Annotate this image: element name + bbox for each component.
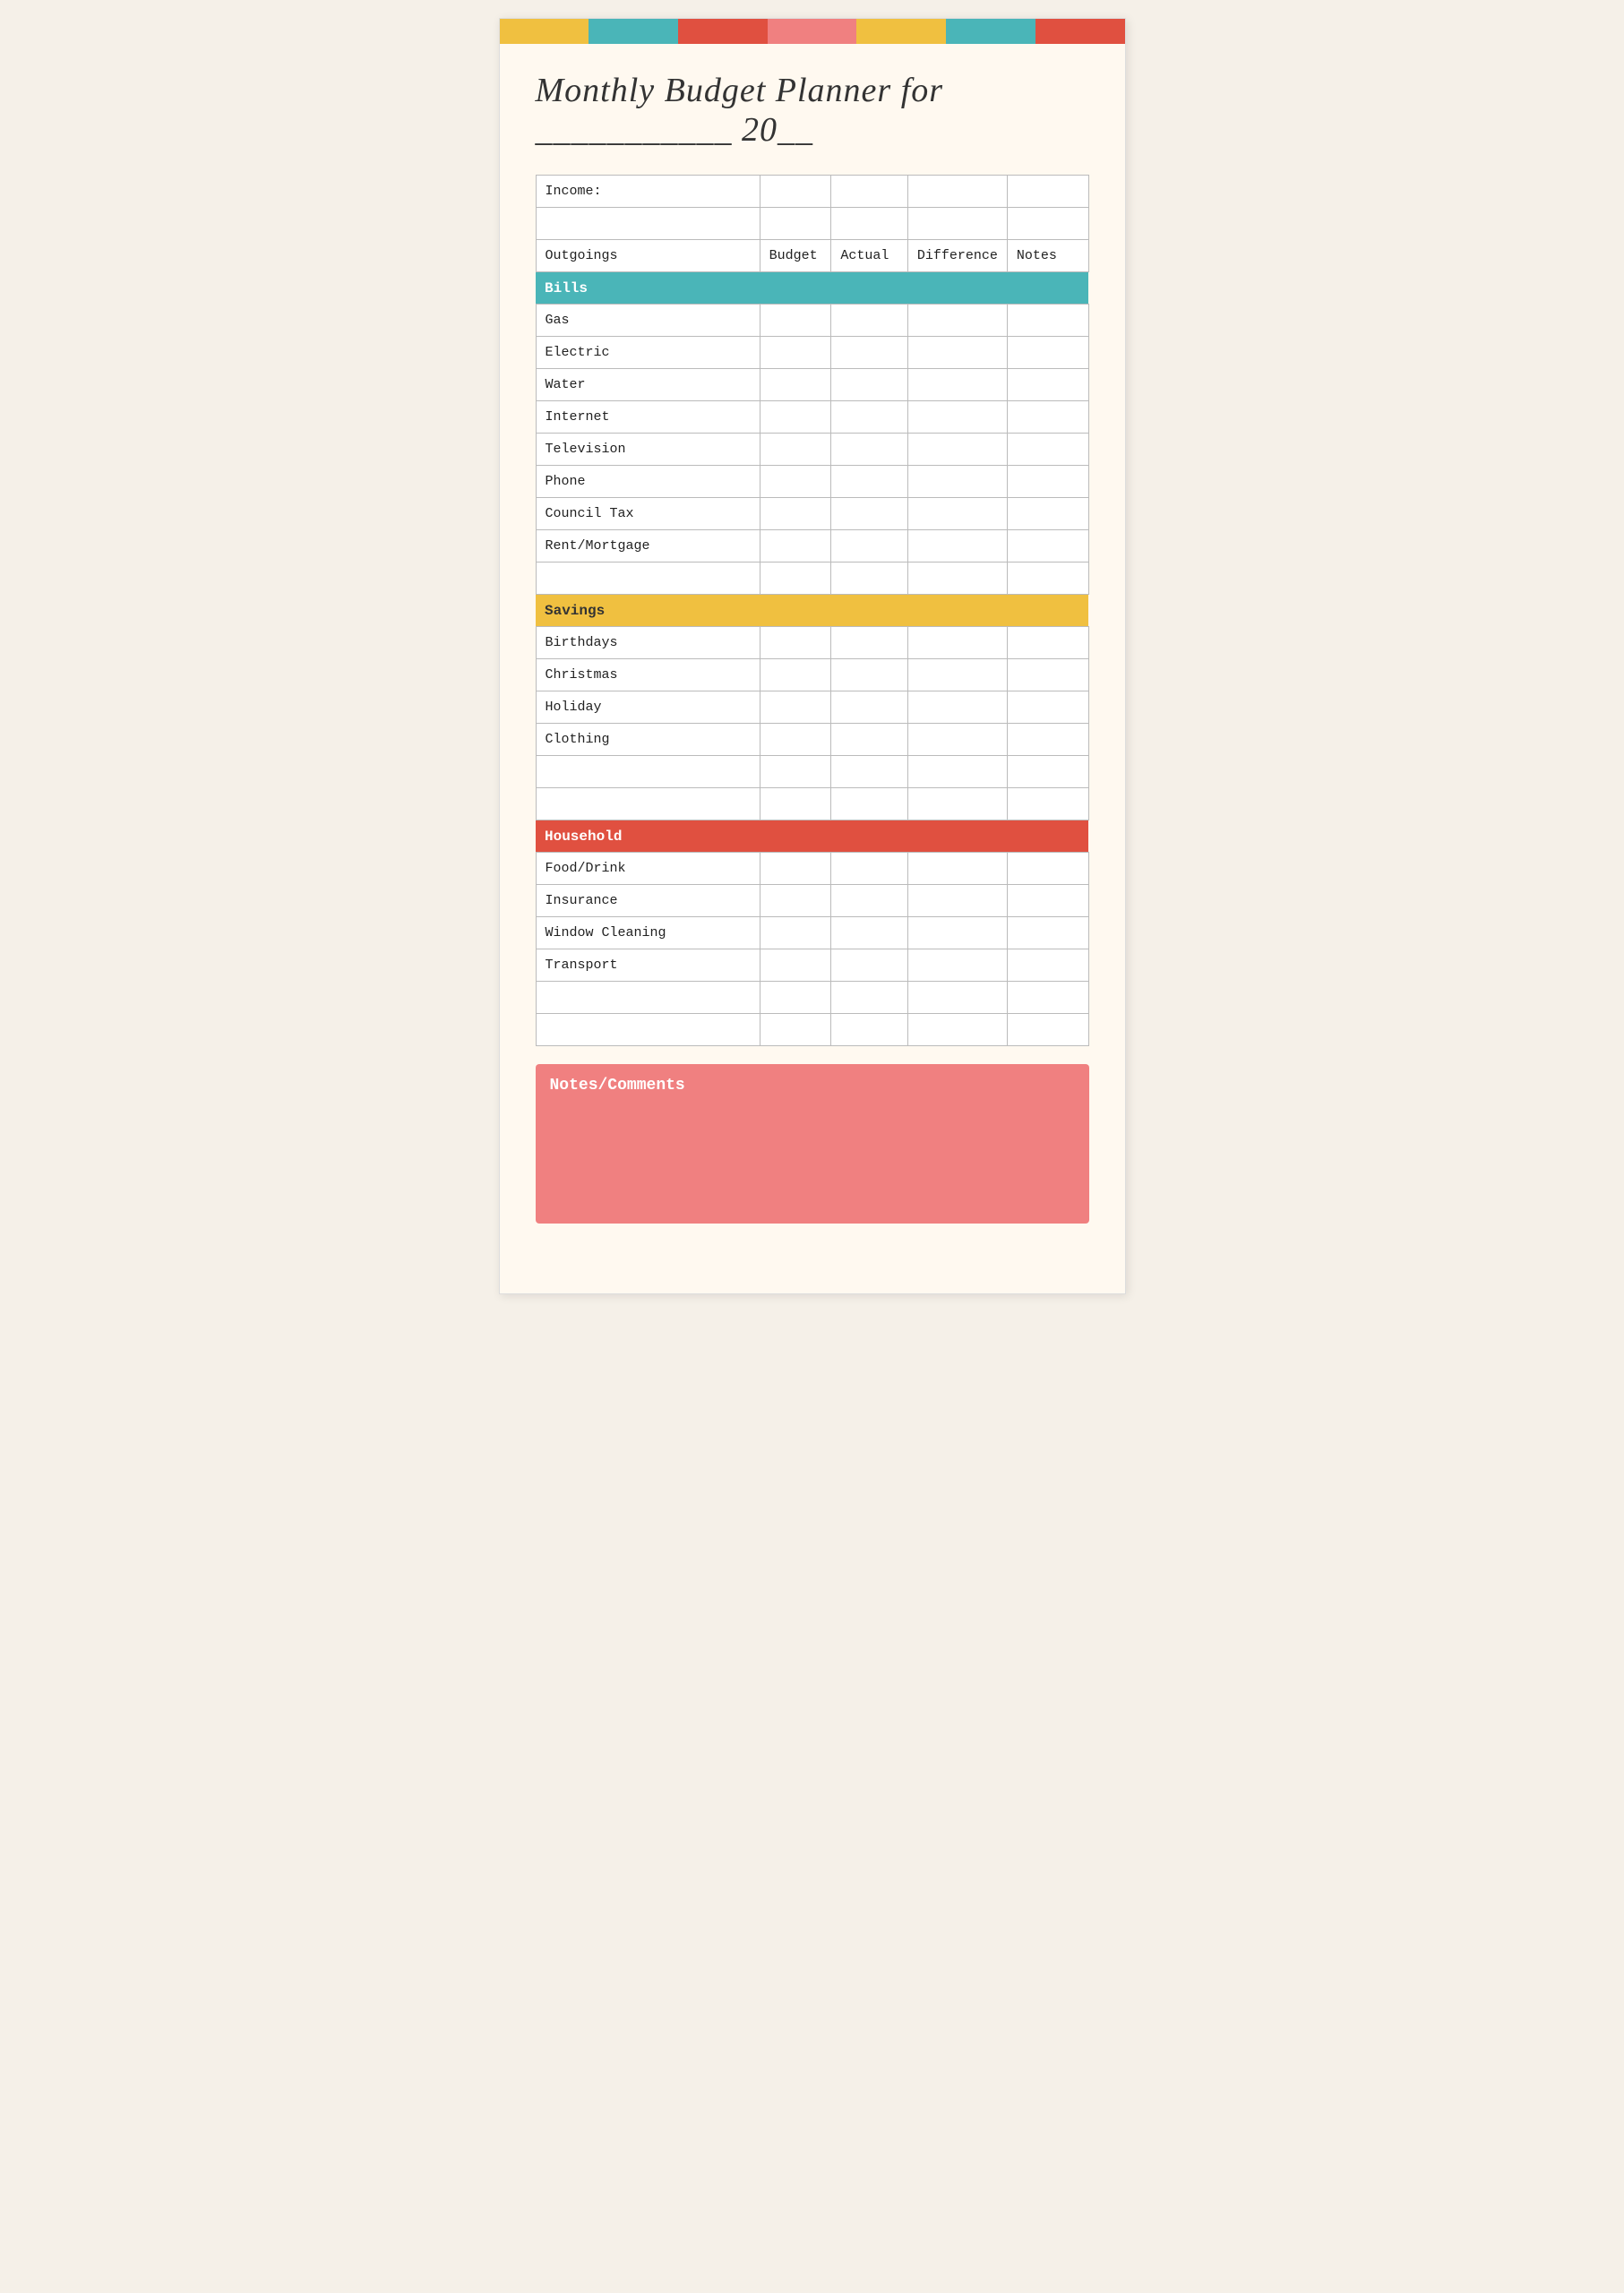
item-food-drink: Food/Drink	[536, 853, 760, 885]
bottom-color-bar	[500, 1268, 1125, 1293]
bills-header: Bills	[536, 272, 1088, 305]
title-year-blank: __	[778, 111, 813, 149]
row-phone: Phone	[536, 466, 1088, 498]
household-label: Household	[536, 820, 1088, 853]
budget-table: Income: Outgoings Budget Actual Differen…	[536, 175, 1089, 1046]
col-difference: Difference	[907, 240, 1007, 272]
column-headers: Outgoings Budget Actual Difference Notes	[536, 240, 1088, 272]
income-label: Income:	[536, 176, 760, 208]
empty-row-savings-2	[536, 788, 1088, 820]
col-actual: Actual	[831, 240, 908, 272]
color-seg-4	[768, 19, 857, 44]
color-seg-2	[589, 19, 678, 44]
income-budget	[760, 176, 831, 208]
item-window-cleaning: Window Cleaning	[536, 917, 760, 949]
page-title: Monthly Budget Planner for ___________ 2…	[536, 71, 1089, 150]
income-actual	[831, 176, 908, 208]
savings-label: Savings	[536, 595, 1088, 627]
household-header: Household	[536, 820, 1088, 853]
row-food-drink: Food/Drink	[536, 853, 1088, 885]
row-rent-mortgage: Rent/Mortgage	[536, 530, 1088, 563]
color-seg-3	[678, 19, 768, 44]
empty-row-household-1	[536, 982, 1088, 1014]
empty-row-1	[536, 208, 1088, 240]
col-outgoings: Outgoings	[536, 240, 760, 272]
item-internet: Internet	[536, 401, 760, 434]
row-gas: Gas	[536, 305, 1088, 337]
income-row: Income:	[536, 176, 1088, 208]
item-holiday: Holiday	[536, 691, 760, 724]
row-transport: Transport	[536, 949, 1088, 982]
row-internet: Internet	[536, 401, 1088, 434]
item-clothing: Clothing	[536, 724, 760, 756]
item-council-tax: Council Tax	[536, 498, 760, 530]
item-phone: Phone	[536, 466, 760, 498]
row-clothing: Clothing	[536, 724, 1088, 756]
savings-header: Savings	[536, 595, 1088, 627]
item-gas: Gas	[536, 305, 760, 337]
title-suffix: 20	[742, 111, 778, 149]
row-insurance: Insurance	[536, 885, 1088, 917]
color-seg-6	[946, 19, 1035, 44]
empty-row-savings-1	[536, 756, 1088, 788]
row-electric: Electric	[536, 337, 1088, 369]
color-seg-1	[500, 19, 589, 44]
item-electric: Electric	[536, 337, 760, 369]
item-insurance: Insurance	[536, 885, 760, 917]
title-prefix: Monthly Budget Planner for	[536, 72, 944, 109]
bills-label: Bills	[536, 272, 1088, 305]
notes-title: Notes/Comments	[550, 1077, 1075, 1095]
row-water: Water	[536, 369, 1088, 401]
main-content: Monthly Budget Planner for ___________ 2…	[500, 44, 1125, 1250]
notes-body	[550, 1104, 1075, 1211]
item-birthdays: Birthdays	[536, 627, 760, 659]
row-birthdays: Birthdays	[536, 627, 1088, 659]
empty-row-household-2	[536, 1014, 1088, 1046]
title-blank: ___________	[536, 111, 743, 149]
row-television: Television	[536, 434, 1088, 466]
item-television: Television	[536, 434, 760, 466]
page: Monthly Budget Planner for ___________ 2…	[499, 18, 1126, 1294]
row-council-tax: Council Tax	[536, 498, 1088, 530]
item-water: Water	[536, 369, 760, 401]
item-christmas: Christmas	[536, 659, 760, 691]
col-notes: Notes	[1007, 240, 1088, 272]
income-difference	[907, 176, 1007, 208]
empty-row-bills	[536, 563, 1088, 595]
income-notes	[1007, 176, 1088, 208]
color-seg-5	[856, 19, 946, 44]
col-budget: Budget	[760, 240, 831, 272]
color-seg-7	[1035, 19, 1125, 44]
row-holiday: Holiday	[536, 691, 1088, 724]
item-transport: Transport	[536, 949, 760, 982]
row-christmas: Christmas	[536, 659, 1088, 691]
top-color-bar	[500, 19, 1125, 44]
row-window-cleaning: Window Cleaning	[536, 917, 1088, 949]
notes-section: Notes/Comments	[536, 1064, 1089, 1224]
item-rent-mortgage: Rent/Mortgage	[536, 530, 760, 563]
